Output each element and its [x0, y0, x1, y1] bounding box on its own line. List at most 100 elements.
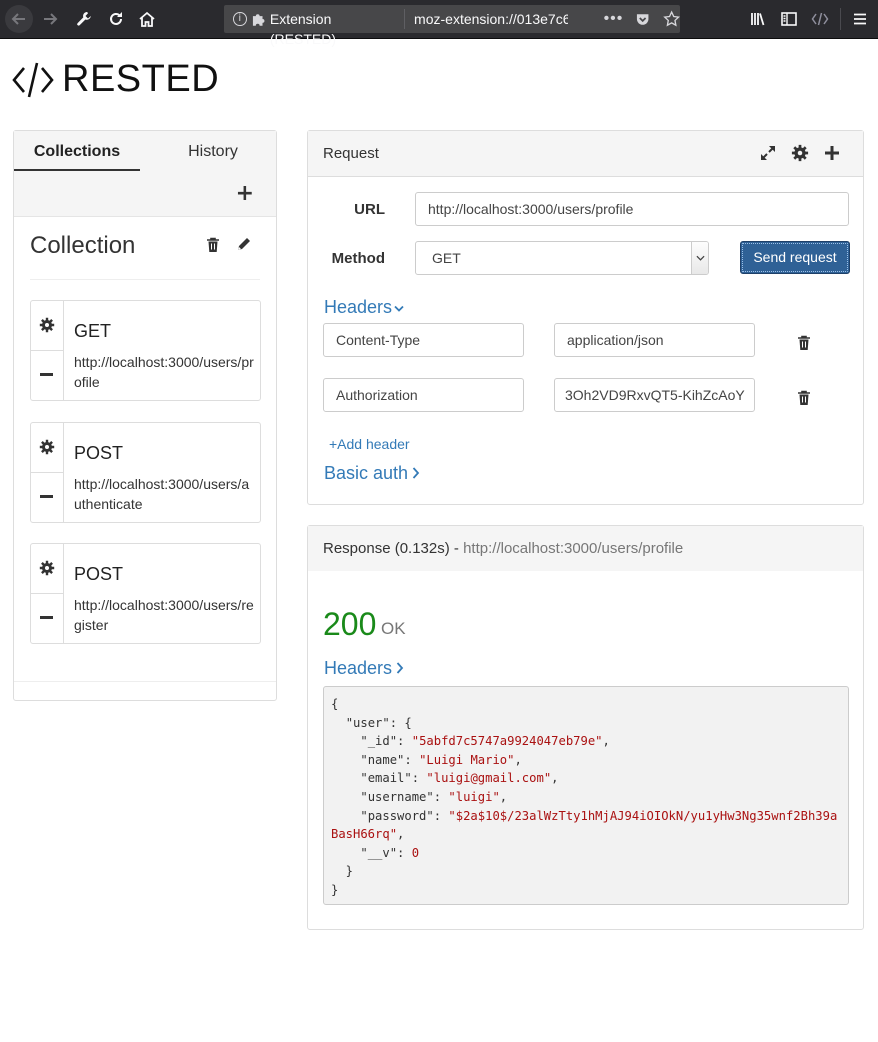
address-text[interactable]: moz-extension://013e7c61: [414, 11, 568, 27]
response-title: Response (0.132s) - http://localhost:300…: [323, 540, 683, 557]
identity-label[interactable]: Extension (RESTED): [270, 9, 406, 47]
gear-icon[interactable]: [39, 560, 55, 576]
url-input[interactable]: http://localhost:3000/users/profile: [415, 192, 849, 226]
header-value-input[interactable]: 3Oh2VD9RxvQT5-KihZcAoY: [554, 378, 755, 412]
minus-icon[interactable]: [40, 616, 53, 619]
chevron-right-icon: [396, 662, 404, 674]
gear-icon[interactable]: [791, 144, 809, 162]
json-line: "username": "luigi",: [360, 789, 508, 804]
json-line: {: [331, 697, 339, 711]
request-url: http://localhost:3000/users/authenticate: [74, 476, 250, 512]
saved-request-card[interactable]: GET http://localhost:3000/users/profile: [30, 300, 261, 401]
header-name-input[interactable]: Content-Type: [323, 323, 524, 357]
response-panel: Response (0.132s) - http://localhost:300…: [307, 525, 864, 930]
pocket-icon[interactable]: [635, 11, 650, 27]
response-headers-toggle[interactable]: Headers: [324, 658, 404, 679]
rested-extension-button[interactable]: [808, 7, 832, 31]
sidebar-tabs: Collections History: [14, 131, 276, 172]
tab-collections[interactable]: Collections: [14, 131, 140, 171]
json-line: "__v": 0: [360, 845, 420, 860]
star-icon[interactable]: [662, 10, 680, 28]
response-url: http://localhost:3000/users/profile: [463, 540, 684, 557]
add-header-button[interactable]: +Add header: [329, 436, 410, 452]
sidebar-button[interactable]: [777, 7, 801, 31]
url-bar[interactable]: i Extension (RESTED) moz-extension://013…: [224, 5, 680, 47]
code-brackets-icon: [12, 62, 54, 97]
menu-button[interactable]: [848, 7, 872, 31]
delete-header-icon[interactable]: [797, 335, 811, 351]
library-icon: [751, 13, 765, 26]
chevron-down-icon[interactable]: [691, 242, 708, 274]
page-actions-menu[interactable]: •••: [604, 10, 624, 28]
json-line: "_id": "5abfd7c5747a9924047eb79e",: [360, 734, 610, 749]
request-card-actions: [31, 301, 64, 400]
gear-icon[interactable]: [39, 439, 55, 455]
request-method: POST: [74, 443, 124, 463]
home-icon: [139, 11, 155, 27]
plus-icon[interactable]: [823, 144, 841, 162]
status-code: 200: [323, 606, 377, 642]
edit-collection-icon[interactable]: [236, 236, 252, 252]
collection-divider: [30, 279, 260, 280]
wrench-icon: [77, 12, 91, 26]
request-url: http://localhost:3000/users/register: [74, 597, 254, 633]
response-panel-header: Response (0.132s) - http://localhost:300…: [308, 526, 863, 571]
expand-icon[interactable]: [759, 144, 777, 162]
saved-request-card[interactable]: POST http://localhost:3000/users/registe…: [30, 543, 261, 644]
delete-header-icon[interactable]: [797, 390, 811, 406]
request-card-actions: [31, 423, 64, 522]
add-collection-button[interactable]: +: [236, 183, 254, 205]
basic-auth-toggle[interactable]: Basic auth: [324, 463, 420, 484]
request-panel-title: Request: [323, 145, 379, 162]
response-time: Response (0.132s): [323, 540, 450, 557]
header-name-input[interactable]: Authorization: [323, 378, 524, 412]
info-icon[interactable]: i: [233, 12, 247, 26]
headers-toggle[interactable]: Headers: [324, 297, 404, 318]
status-text: OK: [381, 619, 406, 638]
app-title: RESTED: [62, 58, 220, 100]
chevron-down-icon: [394, 305, 404, 312]
json-line: "password": "$2a$10$/23alWzTty1hMjAJ94iO…: [331, 808, 838, 842]
library-button[interactable]: [746, 7, 770, 31]
arrow-right-icon: [44, 13, 58, 25]
tab-history[interactable]: History: [150, 131, 276, 171]
json-line: "email": "luigi@gmail.com",: [360, 771, 559, 786]
response-body: { "user": { "_id": "5abfd7c5747a9924047e…: [323, 686, 849, 905]
tools-button[interactable]: [72, 7, 96, 31]
toolbar-separator: [840, 8, 841, 30]
forward-button[interactable]: [38, 7, 62, 31]
back-button[interactable]: [5, 5, 33, 33]
delete-collection-icon[interactable]: [206, 237, 220, 253]
json-line: "name": "Luigi Mario",: [360, 752, 522, 767]
headers-toggle-label: Headers: [324, 297, 393, 317]
request-panel: Request URL http://localhost:3000/users/…: [307, 130, 864, 505]
method-selected-value: GET: [432, 250, 461, 266]
card-separator: [31, 472, 64, 473]
method-select[interactable]: GET: [415, 241, 709, 275]
basic-auth-label: Basic auth: [324, 463, 409, 483]
browser-toolbar: i Extension (RESTED) moz-extension://013…: [0, 0, 878, 47]
chevron-right-icon: [412, 467, 420, 479]
minus-icon[interactable]: [40, 495, 53, 498]
send-request-button[interactable]: Send request: [740, 241, 850, 274]
collection-title: Collection: [30, 232, 136, 259]
request-method: GET: [74, 321, 112, 341]
collections-toolbar: +: [14, 172, 276, 217]
header-value-input[interactable]: application/json: [554, 323, 755, 357]
minus-icon[interactable]: [40, 373, 53, 376]
app-logo: RESTED: [12, 58, 219, 101]
collections-panel: Collections History + Collection GET htt…: [13, 130, 277, 701]
saved-request-card[interactable]: POST http://localhost:3000/users/authent…: [30, 422, 261, 523]
reload-button[interactable]: [104, 7, 128, 31]
sidebar-icon: [781, 12, 797, 26]
hamburger-icon: [854, 13, 866, 25]
home-button[interactable]: [135, 7, 159, 31]
gear-icon[interactable]: [39, 317, 55, 333]
code-icon: [811, 12, 829, 26]
request-card-actions: [31, 544, 64, 643]
puzzle-icon: [252, 14, 264, 26]
panel-footer-divider: [14, 681, 276, 682]
card-separator: [31, 350, 64, 351]
arrow-left-icon: [11, 13, 25, 25]
request-url: http://localhost:3000/users/profile: [74, 354, 254, 390]
